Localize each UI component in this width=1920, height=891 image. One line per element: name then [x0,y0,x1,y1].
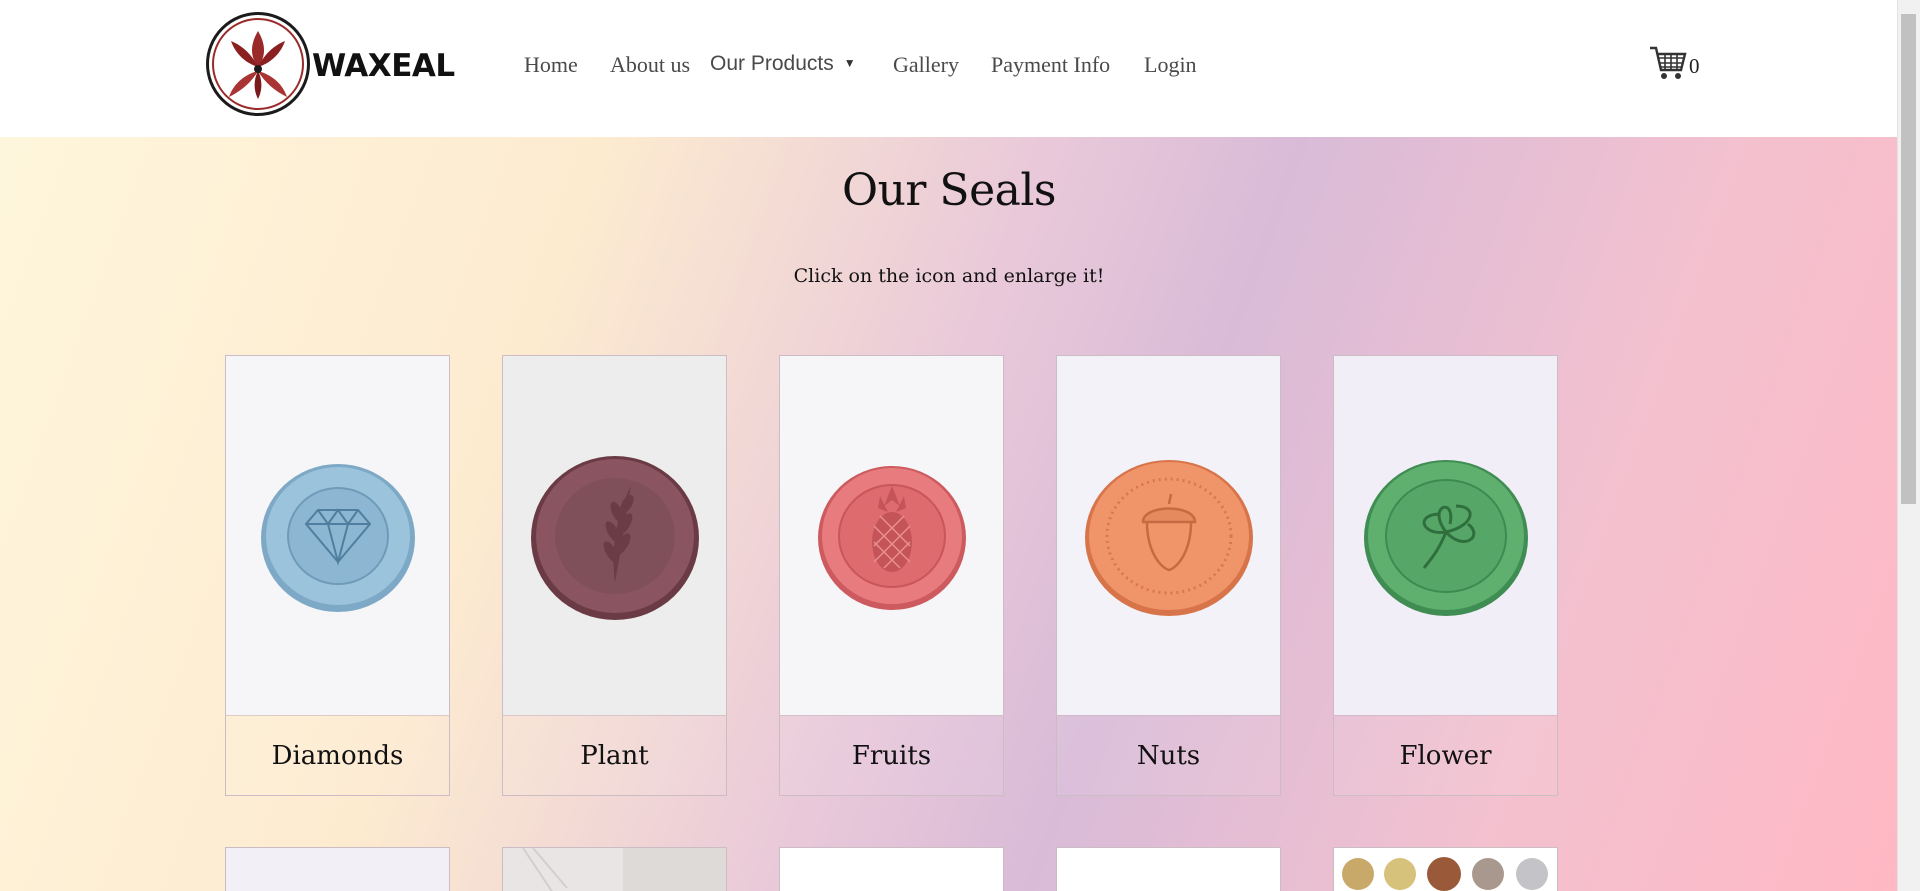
seal-name: Diamonds [226,715,449,796]
seals-section: Our Seals Click on the icon and enlarge … [0,137,1898,891]
nav-login[interactable]: Login [1144,52,1197,78]
caret-down-icon: ▼ [843,56,856,70]
nav-about-us[interactable]: About us [610,52,690,78]
seal-photo[interactable] [1334,356,1557,715]
nav-our-products-label: Our Products [710,52,834,75]
cart-button[interactable]: 0 [1648,44,1700,84]
seal-card-fruits[interactable]: Fruits [779,355,1004,796]
page-scrollbar[interactable] [1897,0,1920,891]
lotus-flower-logo-icon [206,12,310,116]
site-header: WAXEAL Home About us Our Products ▼ Galle… [0,0,1898,137]
seal-card[interactable] [1056,847,1281,891]
nav-home[interactable]: Home [524,52,578,78]
seal-photo[interactable] [226,848,449,891]
seal-photo[interactable] [780,848,1003,891]
nav-gallery[interactable]: Gallery [893,52,959,78]
seal-card[interactable] [225,847,450,891]
seal-card-flower[interactable]: Flower [1333,355,1558,796]
seal-name: Plant [503,715,726,796]
seal-photo[interactable] [780,356,1003,715]
page-subtitle: Click on the icon and enlarge it! [793,265,1105,287]
seal-name: Flower [1334,715,1557,796]
nav-payment-info[interactable]: Payment Info [991,52,1110,78]
seal-name: Nuts [1057,715,1280,796]
seal-photo[interactable] [1334,848,1557,891]
seal-photo[interactable] [503,356,726,715]
site-logo[interactable]: WAXEAL [206,12,455,118]
seal-card[interactable] [779,847,1004,891]
scrollbar-thumb[interactable] [1901,14,1916,504]
seal-name: Fruits [780,715,1003,796]
seal-card[interactable] [502,847,727,891]
seal-card-plant[interactable]: Plant [502,355,727,796]
seal-photo[interactable] [1057,356,1280,715]
brand-name: WAXEAL [312,48,455,84]
shopping-cart-icon [1650,46,1687,79]
seal-card-diamonds[interactable]: Diamonds [225,355,450,796]
seal-photo[interactable] [1057,848,1280,891]
seal-card[interactable] [1333,847,1558,891]
seal-card-nuts[interactable]: Nuts [1056,355,1281,796]
seal-photo[interactable] [226,356,449,715]
nav-our-products[interactable]: Our Products ▼ [710,52,856,76]
page-title: Our Seals [842,165,1057,216]
cart-count: 0 [1689,54,1700,78]
seal-photo[interactable] [503,848,726,891]
